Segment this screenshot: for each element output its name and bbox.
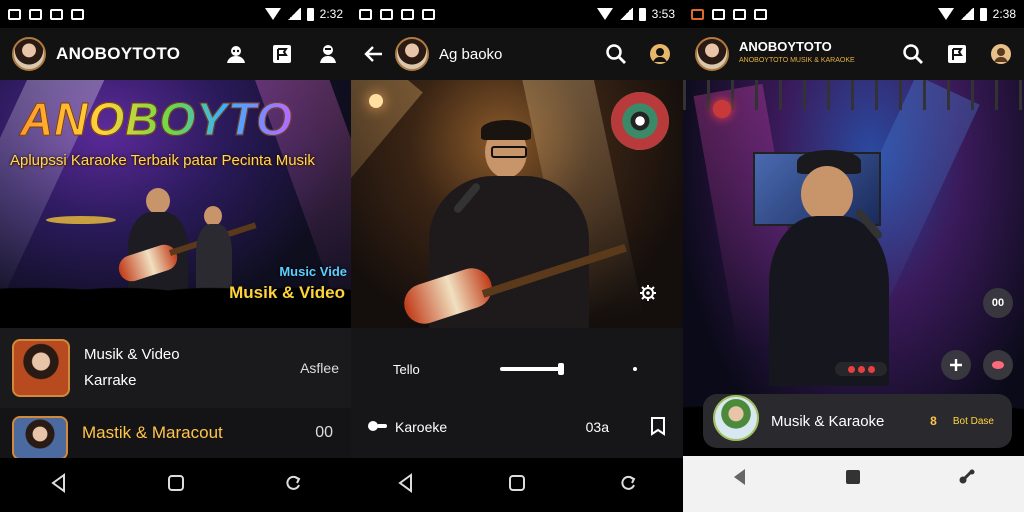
notification-icon <box>380 8 393 20</box>
system-nav-bar <box>351 458 683 512</box>
list-item-subtitle: Karrake <box>84 372 137 389</box>
notification-icon <box>401 8 414 20</box>
recent-apps-icon[interactable] <box>618 473 638 498</box>
recent-apps-icon[interactable] <box>957 467 977 492</box>
mic-icon <box>367 419 389 436</box>
app-bar: ANOBOYTOTO ANOBOYTOTO MUSIK & KARAOKE <box>683 28 1024 80</box>
app-bar: ANOBOYTOTO <box>0 28 351 80</box>
status-bar: 3:53 <box>351 0 683 28</box>
hero-tagline: Aplupssi Karaoke Terbaik patar Pecinta M… <box>10 152 315 169</box>
notification-icon <box>359 8 372 20</box>
card-title: Musik & Karaoke <box>771 412 885 430</box>
account-icon[interactable] <box>990 43 1012 65</box>
playback-controls: Tello <box>351 352 683 386</box>
add-icon[interactable] <box>941 350 971 380</box>
app-title: ANOBOYTOTO <box>56 44 181 63</box>
notification-icon <box>71 8 84 20</box>
now-playing-card[interactable]: Musik & Karaoke 8 Bot Dase <box>703 394 1012 448</box>
profile-icon[interactable] <box>225 43 247 65</box>
screen-player: 3:53 Ag baoko Tello Karoeke 03a <box>351 0 683 512</box>
list-item[interactable]: Karoeke 03a <box>351 410 683 444</box>
control-label: Tello <box>393 361 420 377</box>
card-emoji-badge: 8 <box>930 414 937 428</box>
app-title: ANOBOYTOTO <box>739 39 832 54</box>
search-icon[interactable] <box>605 43 627 65</box>
avatar[interactable] <box>695 37 729 71</box>
wifi-icon <box>937 8 954 20</box>
status-time: 2:32 <box>319 7 343 21</box>
search-icon[interactable] <box>902 43 924 65</box>
status-bar: 2:38 <box>683 0 1024 28</box>
notification-icon <box>733 8 746 20</box>
app-bar: Ag baoko <box>351 28 683 80</box>
volume-slider[interactable] <box>499 363 564 375</box>
list-item-meta: Asflee <box>300 360 339 376</box>
hero-badge-small: Music Vide <box>279 264 347 279</box>
settings-gear-icon[interactable] <box>639 284 657 307</box>
list-item-meta: 03a <box>585 419 609 435</box>
system-nav-bar <box>683 456 1024 502</box>
home-icon[interactable] <box>507 473 527 498</box>
back-icon[interactable] <box>396 472 416 498</box>
flag-icon[interactable] <box>946 43 968 65</box>
wifi-icon <box>596 8 613 20</box>
status-bar: 2:32 <box>0 0 351 28</box>
screen-karaoke: 2:38 ANOBOYTOTO ANOBOYTOTO MUSIK & KARAO… <box>683 0 1024 512</box>
notification-icon <box>712 8 725 20</box>
status-time: 3:53 <box>651 7 675 21</box>
reaction-icon[interactable] <box>983 350 1013 380</box>
list-item-meta: 00 <box>315 424 333 441</box>
back-icon[interactable] <box>49 472 69 498</box>
thumbnail <box>12 416 68 460</box>
flag-icon[interactable] <box>271 43 293 65</box>
notification-icon <box>691 8 704 20</box>
video-player[interactable] <box>351 80 683 328</box>
list-item-title: Musik & Video <box>84 346 180 363</box>
battery-icon <box>306 7 314 21</box>
avatar[interactable] <box>12 37 46 71</box>
card-tag[interactable]: Bot Dase <box>945 413 1002 430</box>
hero-badge-large: Musik & Video <box>229 283 345 302</box>
notification-icon <box>29 8 42 20</box>
notification-icon <box>8 8 21 20</box>
user-icon[interactable] <box>317 43 339 65</box>
thumbnail <box>12 339 70 397</box>
back-icon[interactable] <box>730 467 750 492</box>
system-nav-bar <box>0 458 351 512</box>
account-icon[interactable] <box>649 43 671 65</box>
thumbnail <box>713 395 759 441</box>
home-icon[interactable] <box>844 468 862 491</box>
notification-icon <box>754 8 767 20</box>
battery-icon <box>638 7 646 21</box>
live-indicator <box>835 362 887 376</box>
battery-icon <box>979 7 987 21</box>
avatar[interactable] <box>395 37 429 71</box>
screen-title: Ag baoko <box>439 45 503 63</box>
status-time: 2:38 <box>992 7 1016 21</box>
recent-apps-icon[interactable] <box>283 473 303 498</box>
list-item-title: Karoeke <box>395 419 448 435</box>
hero-banner[interactable]: ANOBOYTO Aplupssi Karaoke Terbaik patar … <box>0 80 351 328</box>
wifi-icon <box>264 8 281 20</box>
home-icon[interactable] <box>166 473 186 498</box>
notification-icon <box>50 8 63 20</box>
brand-logo: ANOBOYTO <box>20 93 293 146</box>
list-item[interactable]: Mastik & Maracout 00 <box>0 408 351 460</box>
notification-icon <box>422 8 435 20</box>
menu-dot-icon[interactable] <box>633 367 637 371</box>
signal-icon <box>618 8 633 20</box>
app-subtitle: ANOBOYTOTO MUSIK & KARAOKE <box>739 57 855 64</box>
signal-icon <box>286 8 301 20</box>
list-item[interactable]: Musik & Video Karrake Asflee <box>0 328 351 408</box>
signal-icon <box>959 8 974 20</box>
list-item-title: Mastik & Maracout <box>82 423 223 442</box>
back-arrow-icon[interactable] <box>363 43 385 65</box>
bookmark-icon[interactable] <box>649 416 667 439</box>
record-icon[interactable] <box>611 92 669 150</box>
badge-counter[interactable]: 00 <box>983 288 1013 318</box>
screen-home: 2:32 ANOBOYTOTO ANOBOYTO Aplupssi Karaok… <box>0 0 351 512</box>
